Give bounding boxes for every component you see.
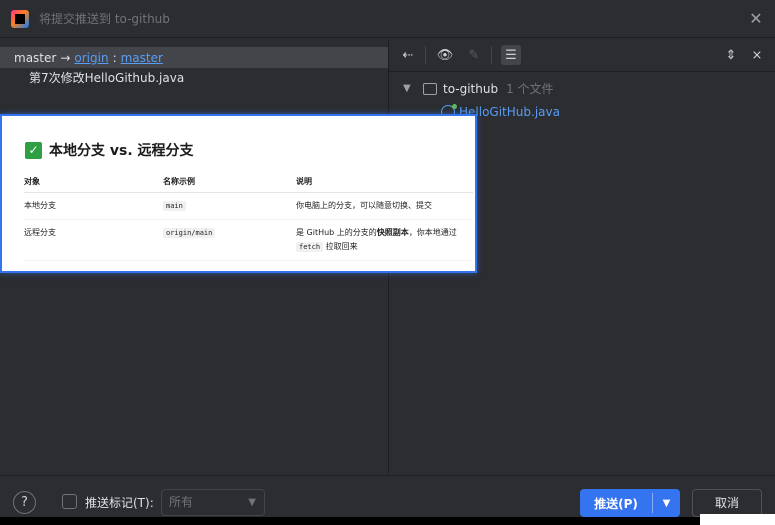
compare-arrows-icon[interactable]: ⇠ — [398, 45, 418, 65]
push-tags-label[interactable]: 推送标记(T): — [85, 494, 154, 511]
col-object-header: 对象 — [24, 173, 163, 193]
desc-tail: 拉取回来 — [325, 242, 358, 251]
folder-icon — [423, 82, 437, 95]
screen-edge — [0, 517, 775, 525]
cell-object: 本地分支 — [24, 192, 163, 220]
branch-comparison-card: ✓ 本地分支 vs. 远程分支 对象 名称示例 说明 本地分支 main 你电脑… — [0, 114, 477, 273]
col-example-header: 名称示例 — [163, 173, 296, 193]
toolbar-separator — [491, 46, 492, 64]
desc-text-2: ，你本地通过 — [408, 228, 457, 237]
group-by-icon[interactable]: ☰ — [501, 45, 521, 65]
push-button-label[interactable]: 推送(P) — [580, 495, 652, 512]
arrow-right-icon: → — [60, 50, 71, 65]
desc-text: 是 GitHub 上的分支的 — [296, 228, 377, 237]
chevron-down-icon: ▼ — [248, 497, 256, 508]
table-row: 远程分支 origin/main 是 GitHub 上的分支的快照副本，你本地通… — [24, 219, 473, 261]
code-example: origin/main — [163, 228, 216, 238]
cell-example: origin/main — [163, 219, 296, 261]
toolbar-separator — [425, 46, 426, 64]
comparison-table: 对象 名称示例 说明 本地分支 main 你电脑上的分支，可以随意切换、提交 远… — [24, 173, 473, 261]
help-icon[interactable]: ? — [13, 491, 36, 514]
checkmark-icon: ✓ — [25, 141, 42, 159]
tags-select[interactable]: 所有 ▼ — [161, 489, 265, 516]
cancel-button[interactable]: 取消 — [692, 489, 762, 517]
card-title: ✓ 本地分支 vs. 远程分支 — [25, 140, 194, 160]
intellij-app-icon — [11, 9, 29, 28]
cell-desc: 你电脑上的分支，可以随意切换、提交 — [296, 192, 473, 220]
push-dialog: 将提交推送到 to-github ✕ master → origin : mas… — [0, 0, 775, 525]
col-desc-header: 说明 — [296, 173, 473, 193]
remote-link[interactable]: origin — [74, 51, 108, 65]
title-bar: 将提交推送到 to-github ✕ — [0, 0, 775, 38]
changes-toolbar: ⇠ 👁 ✎ ☰ ⇕ ⨯ — [389, 39, 775, 72]
local-branch: master — [14, 50, 57, 65]
remote-branch-link[interactable]: master — [121, 51, 163, 65]
expand-all-icon[interactable]: ⇕ — [721, 46, 741, 66]
push-button[interactable]: 推送(P) ▼ — [580, 489, 680, 517]
push-options-chevron-icon[interactable]: ▼ — [653, 498, 680, 509]
card-title-text: 本地分支 vs. 远程分支 — [49, 143, 194, 159]
chevron-down-icon[interactable]: ▼ — [403, 83, 415, 94]
code-example: main — [163, 201, 186, 211]
cell-example: main — [163, 192, 296, 220]
window-title: 将提交推送到 to-github — [39, 12, 170, 26]
cell-object: 远程分支 — [24, 219, 163, 261]
edit-pencil-icon[interactable]: ✎ — [464, 45, 484, 65]
close-icon[interactable]: ✕ — [747, 10, 765, 28]
toolbar-right: ⇕ ⨯ — [721, 46, 767, 66]
code-fetch: fetch — [296, 242, 324, 252]
tags-select-value: 所有 — [169, 495, 194, 509]
table-row: 本地分支 main 你电脑上的分支，可以随意切换、提交 — [24, 192, 473, 220]
file-count: 1 个文件 — [506, 82, 554, 96]
cell-desc: 是 GitHub 上的分支的快照副本，你本地通过 fetch 拉取回来 — [296, 219, 473, 261]
screen-edge-highlight — [700, 514, 775, 525]
push-tags-checkbox[interactable] — [62, 494, 77, 509]
branch-row[interactable]: master → origin : master — [0, 47, 388, 68]
desc-bold: 快照副本 — [376, 228, 409, 237]
eye-icon[interactable]: 👁 — [435, 45, 455, 65]
commit-item[interactable]: 第7次修改HelloGithub.java — [29, 69, 184, 86]
tree-repo-node[interactable]: ▼ to-github 1 个文件 — [389, 77, 775, 100]
repo-name: to-github — [443, 81, 499, 96]
colon-separator: : — [112, 50, 117, 65]
collapse-all-icon[interactable]: ⨯ — [747, 46, 767, 66]
